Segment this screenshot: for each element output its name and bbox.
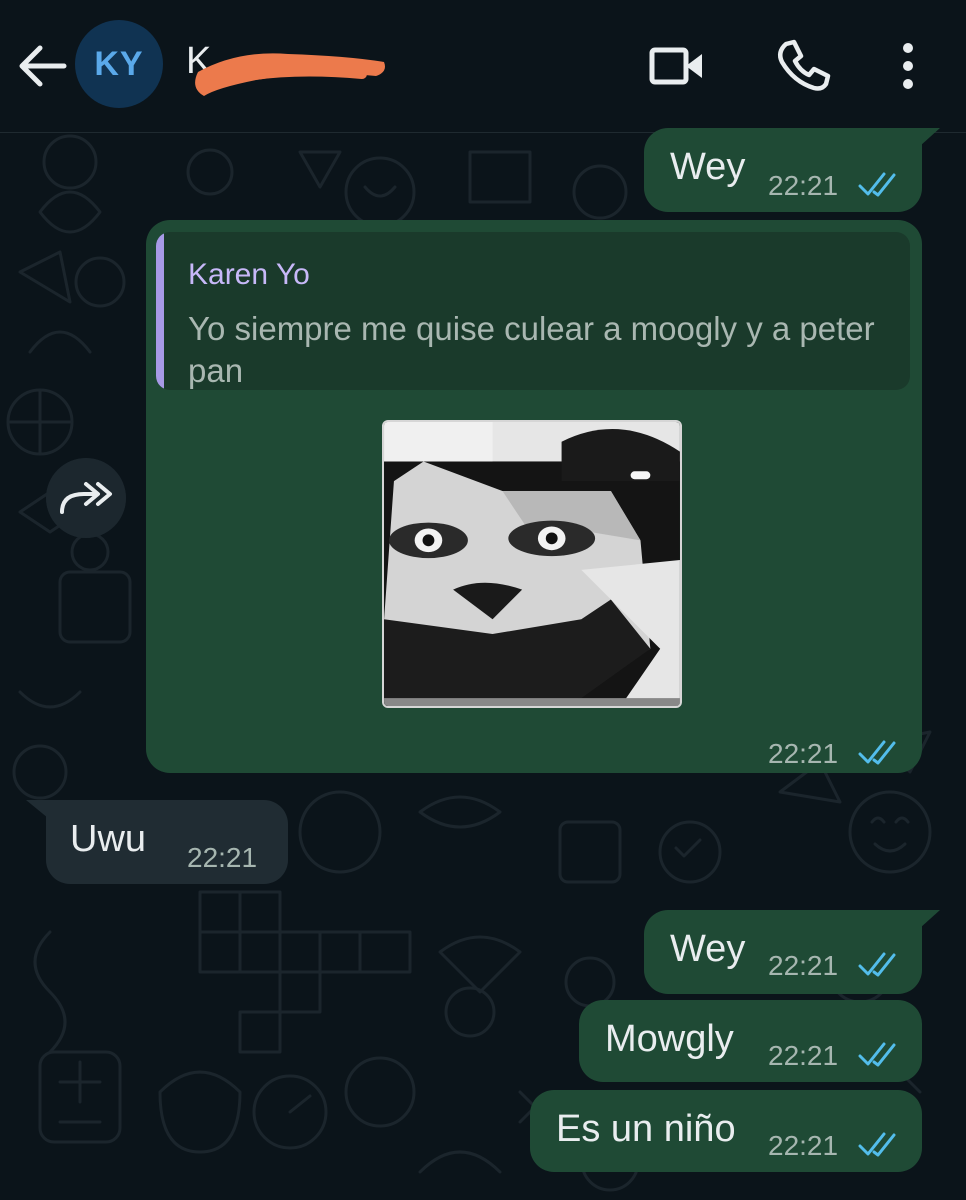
video-camera-icon[interactable] [646,36,706,96]
sticker-reply-message[interactable]: Karen Yo Yo siempre me quise culear a mo… [146,220,922,773]
forward-icon[interactable] [46,458,126,538]
bubble-tail [920,910,940,928]
quote-accent-bar [156,232,164,390]
message-time: 22:21 [187,842,258,873]
message-time: 22:21 [768,950,839,981]
chat-header: KY K [0,0,966,133]
message-text: Wey [670,928,746,970]
read-ticks-icon [858,952,896,977]
quote-text: Yo siempre me quise culear a moogly y a … [188,310,875,389]
message-time: 22:21 [768,738,839,769]
read-ticks-icon [858,1132,896,1157]
outgoing-message[interactable]: Es un niño 22:21 [530,1090,922,1172]
message-text: Es un niño [556,1108,736,1150]
back-arrow-icon[interactable] [14,38,70,94]
read-ticks-icon [858,172,896,197]
outgoing-message[interactable]: Wey 22:21 [644,128,922,212]
incoming-message[interactable]: Uwu 22:21 [46,800,288,884]
redaction-scribble [195,53,385,96]
read-ticks-icon [858,1042,896,1067]
outgoing-message[interactable]: Mowgly 22:21 [579,1000,922,1082]
outgoing-message[interactable]: Wey 22:21 [644,910,922,994]
bubble-tail [920,128,940,146]
chat-screen: KY K Wey 22:21 Karen Yo Yo siempre me qu… [0,0,966,1200]
message-time: 22:21 [768,1130,839,1161]
message-time: 22:21 [768,170,839,201]
cat-face-sticker[interactable] [382,420,682,708]
message-time: 22:21 [768,1040,839,1071]
more-vertical-icon[interactable] [880,36,936,96]
message-text: Wey [670,146,746,188]
quote-author: Karen Yo [188,258,310,291]
message-text: Uwu [70,818,147,860]
bubble-tail [26,800,48,818]
read-ticks-icon [858,740,896,765]
message-text: Mowgly [605,1018,734,1060]
phone-icon[interactable] [772,36,832,96]
contact-avatar[interactable]: KY [75,20,163,108]
quoted-message[interactable]: Karen Yo Yo siempre me quise culear a mo… [156,232,910,390]
